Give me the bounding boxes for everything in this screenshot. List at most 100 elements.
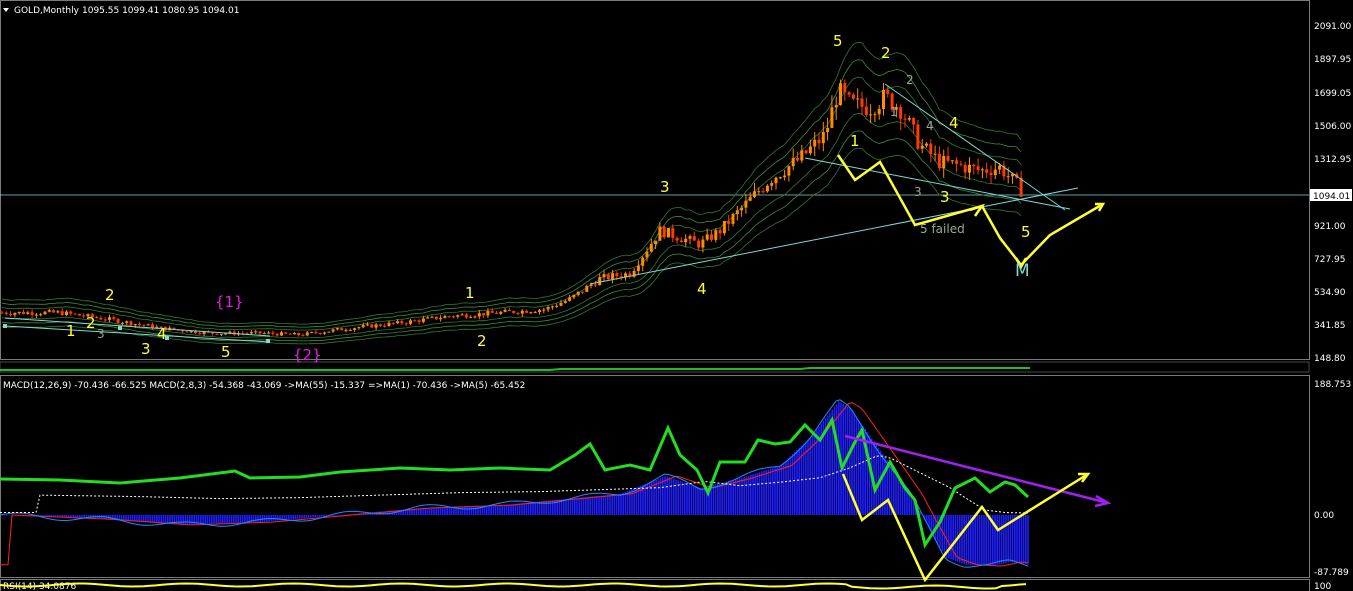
chart-menu-triangle-icon[interactable]: [3, 8, 9, 12]
macd-bar: [334, 515, 336, 516]
macd-bar: [752, 474, 754, 515]
macd-bar: [593, 496, 596, 515]
candle-body: [297, 332, 301, 336]
macd-bar: [316, 515, 319, 518]
macd-bar: [301, 515, 303, 519]
candle-body: [99, 317, 103, 320]
price-tick: 727.95: [1314, 255, 1346, 265]
macd-bar: [684, 482, 686, 515]
candle-body: [593, 284, 597, 286]
macd-bar: [563, 499, 565, 515]
macd-bar: [785, 460, 787, 515]
candle-body: [727, 220, 731, 224]
macd-bar: [470, 506, 473, 515]
macd-bar: [290, 515, 292, 520]
macd-bar: [8, 515, 11, 516]
wave-label: 2: [86, 314, 96, 332]
macd-bar: [312, 515, 314, 518]
price-tick: 921.00: [1314, 222, 1346, 232]
macd-bar: [303, 515, 305, 519]
candle-body: [542, 309, 546, 311]
macd-bar: [428, 507, 431, 515]
macd-bar: [767, 469, 770, 515]
macd-bar: [532, 502, 534, 515]
candle-body: [353, 328, 357, 330]
macd-bar: [305, 515, 308, 519]
macd-bar: [191, 515, 193, 525]
candle-body: [710, 234, 713, 240]
candle-body: [495, 312, 498, 314]
macd-bar: [582, 497, 585, 515]
macd-bar: [888, 463, 891, 515]
macd-bar: [897, 475, 899, 515]
candle-body: [989, 172, 993, 176]
macd-bar: [981, 515, 983, 566]
macd-bar: [318, 515, 321, 517]
candle-body: [808, 146, 812, 154]
candle-body: [602, 274, 606, 278]
macd-bar: [272, 515, 275, 521]
candle-body: [34, 314, 38, 316]
candle-body: [671, 228, 675, 238]
candle-body: [301, 335, 305, 337]
macd-bar: [448, 506, 451, 515]
candle-body: [284, 332, 288, 334]
candle-body: [615, 273, 619, 277]
macd-bar: [228, 515, 231, 524]
candle-body: [464, 314, 468, 318]
candle-body: [581, 291, 584, 293]
wave-label: 1: [890, 105, 898, 119]
macd-bar: [611, 494, 613, 515]
macd-bar: [508, 504, 510, 515]
macd-bar: [756, 472, 759, 515]
candle-body: [972, 164, 976, 167]
candle-body: [654, 240, 658, 245]
macd-bar: [743, 476, 745, 515]
macd-bar: [681, 481, 684, 515]
candle-body: [882, 90, 885, 109]
macd-bar: [514, 503, 517, 515]
candle-body: [946, 155, 950, 161]
macd-bar: [343, 514, 345, 516]
candle-body: [873, 114, 877, 116]
macd-bar: [340, 514, 343, 516]
macd-bar: [884, 457, 886, 515]
candle-body: [555, 305, 559, 307]
macd-bar: [505, 504, 508, 515]
candle-body: [254, 331, 258, 333]
macd-bar: [754, 473, 756, 515]
wave-label: 4: [949, 114, 959, 132]
candle-body: [344, 330, 348, 332]
macd-bar: [310, 515, 312, 518]
macd-bar: [534, 501, 536, 515]
macd-bar: [653, 480, 655, 515]
candle-body: [82, 315, 86, 317]
macd-bar: [602, 495, 605, 515]
candle-body: [714, 230, 718, 240]
candle-body: [679, 240, 683, 243]
macd-bar: [1005, 515, 1007, 563]
macd-bar: [1027, 515, 1029, 565]
macd-bar: [736, 478, 739, 515]
candle-body: [667, 228, 670, 238]
macd-bar: [547, 500, 550, 515]
band-line: [1, 147, 1022, 345]
macd-bar: [252, 515, 255, 523]
candle-body: [662, 226, 666, 238]
candle-body: [447, 316, 451, 318]
macd-bar: [486, 505, 488, 515]
candle-body: [869, 114, 873, 116]
macd-bar: [791, 454, 794, 515]
macd-bar: [202, 515, 204, 525]
candle-body: [456, 315, 460, 317]
candle-body: [361, 325, 365, 328]
price-panel-frame: [0, 0, 1310, 360]
band-line: [1, 113, 1022, 339]
wave-labels: 2 1 2 3 3 4 5 {1} {2} 1 2 3 4 5 2 2 1 4 …: [66, 32, 1031, 364]
candle-body: [929, 143, 933, 155]
candle-body: [249, 332, 253, 334]
macd-bar: [345, 514, 347, 516]
macd-bar: [721, 482, 723, 515]
macd-bar: [604, 495, 607, 515]
macd-bar: [978, 515, 981, 566]
